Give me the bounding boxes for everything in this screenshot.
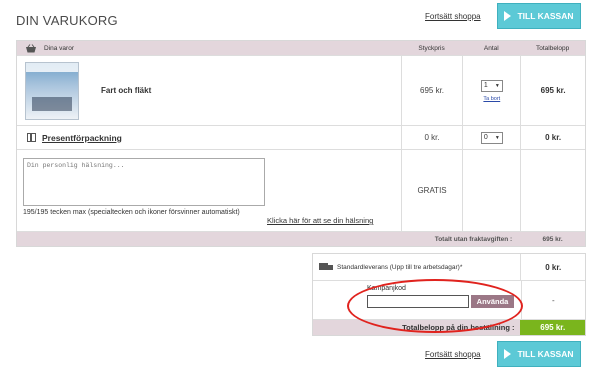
col-total: Totalbelopp: [535, 44, 570, 52]
product-name: Fart och fläkt: [101, 86, 152, 95]
basket-icon: [26, 43, 36, 52]
shipping-option-row: Standardleverans (Upp till tre arbetsdag…: [313, 254, 585, 280]
col-quantity: Antal: [483, 44, 499, 52]
gift-wrap-total: 0 kr.: [545, 133, 562, 142]
chevron-down-icon: ▼: [494, 82, 500, 89]
gift-wrap-row: Presentförpackning 0 kr. 0 ▼ 0 kr.: [17, 125, 585, 149]
subtotal-value: 695 kr.: [542, 235, 563, 243]
page-title: DIN VARUKORG: [16, 13, 118, 28]
continue-shopping-link[interactable]: Fortsätt shoppa: [425, 12, 481, 21]
character-counter: 195/195 tecken max (specialtecken och ik…: [23, 209, 240, 216]
product-total: 695 kr.: [540, 86, 566, 95]
message-row: 195/195 tecken max (specialtecken och ik…: [17, 149, 585, 231]
product-quantity-select[interactable]: 1 ▼: [480, 79, 503, 92]
continue-shopping-link-bottom[interactable]: Fortsätt shoppa: [425, 350, 481, 359]
shipping-option-label: Standardleverans (Upp till tre arbetsdag…: [337, 263, 463, 271]
message-price: GRATIS: [417, 186, 447, 195]
cart-header: Dina varor Styckpris Antal Totalbelopp: [17, 41, 585, 55]
truck-icon: [319, 263, 333, 271]
grand-total-value: 695 kr.: [520, 320, 585, 335]
subtotal-row: Totalt utan fraktavgiften : 695 kr.: [17, 231, 585, 246]
play-icon: [504, 11, 512, 21]
preview-message-link[interactable]: Klicka här för att se din hälsning: [267, 216, 373, 225]
gift-wrap-price: 0 kr.: [424, 133, 440, 142]
gift-icon: [27, 133, 36, 142]
checkout-button-label: TILL KASSAN: [517, 349, 574, 359]
chevron-down-icon: ▼: [494, 134, 500, 141]
remove-link[interactable]: Ta bort: [483, 96, 500, 102]
play-icon: [504, 349, 512, 359]
col-unit-price: Styckpris: [418, 44, 445, 52]
product-row: Fart och fläkt 695 kr. 1 ▼ Ta bort 695 kr…: [17, 55, 585, 125]
product-image: [25, 61, 79, 120]
checkout-button-label: TILL KASSAN: [517, 11, 574, 21]
product-unit-price: 695 kr.: [420, 86, 445, 95]
highlight-circle: [347, 279, 523, 333]
gift-wrap-quantity-select[interactable]: 0 ▼: [480, 131, 503, 144]
col-items: Dina varor: [44, 44, 74, 52]
greeting-message-input[interactable]: [23, 158, 265, 206]
checkout-button[interactable]: TILL KASSAN: [497, 3, 581, 29]
cart-table: Dina varor Styckpris Antal Totalbelopp F…: [16, 40, 586, 247]
shipping-price: 0 kr.: [545, 262, 562, 272]
checkout-button-bottom[interactable]: TILL KASSAN: [497, 341, 581, 367]
subtotal-label: Totalt utan fraktavgiften :: [434, 235, 513, 243]
gift-wrap-link[interactable]: Presentförpackning: [27, 133, 122, 143]
promo-discount: -: [551, 295, 555, 305]
